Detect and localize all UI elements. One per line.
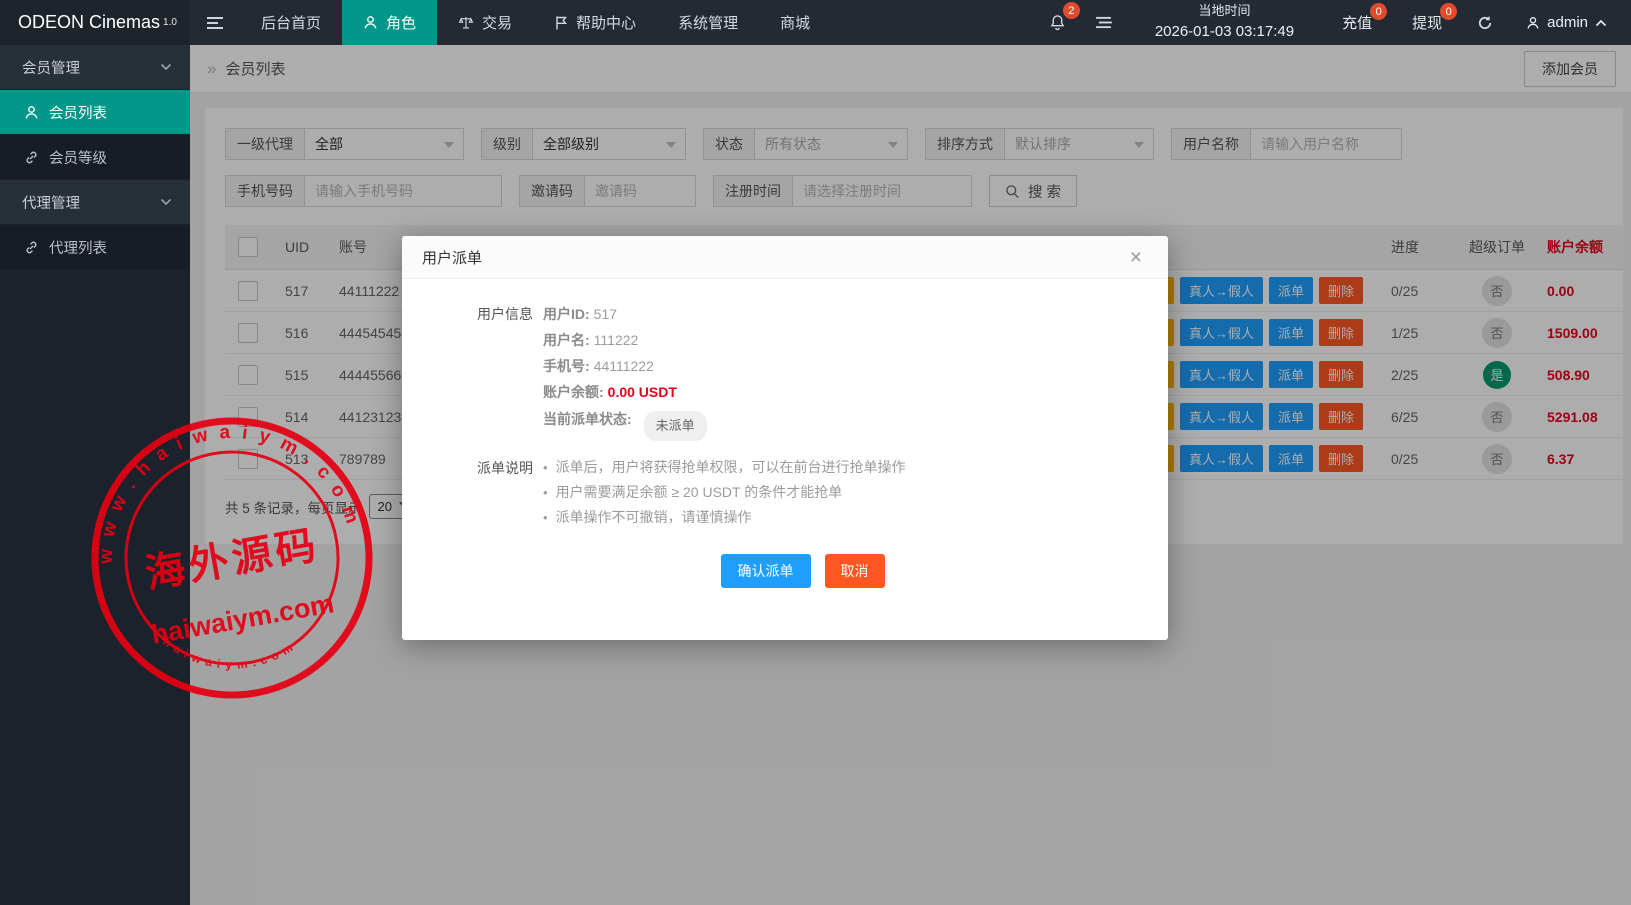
user-icon xyxy=(1526,16,1540,30)
sidebar-item-member-list[interactable]: 会员列表 xyxy=(0,90,190,134)
app-version: 1.0 xyxy=(163,17,177,28)
user-phone-row: 手机号:44111222 xyxy=(543,353,707,379)
recharge-button[interactable]: 充值 0 xyxy=(1322,0,1392,45)
app-logo-text: ODEON Cinemas xyxy=(18,12,160,33)
user-balance-row: 账户余额:0.00 USDT xyxy=(543,379,707,405)
user-icon xyxy=(363,15,378,30)
user-id-label: 用户ID: xyxy=(543,306,590,322)
user-phone-label: 手机号: xyxy=(543,358,590,374)
refresh-button[interactable] xyxy=(1462,0,1508,45)
user-balance-label: 账户余额: xyxy=(543,384,604,400)
local-time-value: 2026-01-03 03:17:49 xyxy=(1155,21,1294,43)
hamburger-icon xyxy=(206,16,224,30)
top-navbar: ODEON Cinemas 1.0 后台首页 角色 交易 帮助中心 系统管理 商… xyxy=(0,0,1631,45)
nav-item-roles[interactable]: 角色 xyxy=(342,0,437,45)
recharge-label: 充值 xyxy=(1342,12,1372,33)
dispatch-notes-section-label: 派单说明 xyxy=(477,455,543,530)
user-phone-value: 44111222 xyxy=(594,358,654,374)
admin-username: admin xyxy=(1547,14,1588,31)
app-logo: ODEON Cinemas 1.0 xyxy=(0,0,190,45)
sidebar-group-member-management[interactable]: 会员管理 xyxy=(0,45,190,89)
message-list-button[interactable] xyxy=(1081,0,1127,45)
recharge-badge: 0 xyxy=(1370,3,1387,20)
sidebar: 会员管理 会员列表 会员等级 代理管理 代理列表 xyxy=(0,45,190,905)
nav-item-mall[interactable]: 商城 xyxy=(759,0,831,45)
dispatch-notes-section: 派单说明 派单后，用户将获得抢单权限，可以在前台进行抢单操作 用户需要满足余额 … xyxy=(477,455,1128,530)
sidebar-group-label: 代理管理 xyxy=(22,192,80,213)
modal-body: 用户信息 用户ID:517 用户名:111222 手机号:44111222 账户… xyxy=(402,279,1168,588)
dispatch-note: 派单操作不可撤销，请谨慎操作 xyxy=(543,505,906,530)
sidebar-group-agent-management[interactable]: 代理管理 xyxy=(0,180,190,224)
sidebar-item-label: 代理列表 xyxy=(49,237,107,258)
admin-menu[interactable]: admin xyxy=(1508,0,1631,45)
sidebar-group-label: 会员管理 xyxy=(22,57,80,78)
notifications-button[interactable]: 2 xyxy=(1035,0,1081,45)
chevron-down-icon xyxy=(160,198,172,206)
nav-item-label: 后台首页 xyxy=(261,12,321,33)
dispatch-status-badge: 未派单 xyxy=(644,411,707,441)
dispatch-note: 用户需要满足余额 ≥ 20 USDT 的条件才能抢单 xyxy=(543,480,906,505)
local-time: 当地时间 2026-01-03 03:17:49 xyxy=(1127,0,1322,45)
sidebar-collapse-button[interactable] xyxy=(190,0,240,45)
modal-title: 用户派单 xyxy=(422,247,482,268)
bell-icon xyxy=(1049,14,1066,31)
sidebar-item-agent-list[interactable]: 代理列表 xyxy=(0,225,190,269)
nav-item-label: 商城 xyxy=(780,12,810,33)
user-icon xyxy=(24,105,39,120)
modal-footer: 确认派单 取消 xyxy=(477,554,1128,588)
dispatch-status-label: 当前派单状态: xyxy=(543,411,632,427)
user-name-label: 用户名: xyxy=(543,332,590,348)
refresh-icon xyxy=(1477,15,1493,31)
user-balance-value: 0.00 USDT xyxy=(608,384,677,400)
user-id-row: 用户ID:517 xyxy=(543,301,707,327)
nav-item-system[interactable]: 系统管理 xyxy=(657,0,759,45)
nav-item-dashboard[interactable]: 后台首页 xyxy=(240,0,342,45)
local-time-label: 当地时间 xyxy=(1198,2,1250,21)
user-name-value: 111222 xyxy=(594,332,639,348)
nav-item-trade[interactable]: 交易 xyxy=(437,0,533,45)
nav-item-label: 角色 xyxy=(386,12,416,33)
nav-item-label: 系统管理 xyxy=(678,12,738,33)
dispatch-modal: 用户派单 × 用户信息 用户ID:517 用户名:111222 手机号:4411… xyxy=(402,236,1168,640)
user-name-row: 用户名:111222 xyxy=(543,327,707,353)
dispatch-status-row: 当前派单状态:未派单 xyxy=(543,405,707,435)
user-info-section: 用户信息 用户ID:517 用户名:111222 手机号:44111222 账户… xyxy=(477,301,1128,435)
chevron-down-icon xyxy=(160,63,172,71)
sidebar-item-member-level[interactable]: 会员等级 xyxy=(0,135,190,179)
withdraw-badge: 0 xyxy=(1440,3,1457,20)
nav-item-help-center[interactable]: 帮助中心 xyxy=(533,0,657,45)
sidebar-item-label: 会员列表 xyxy=(49,102,107,123)
notifications-badge: 2 xyxy=(1063,2,1080,19)
user-info-fields: 用户ID:517 用户名:111222 手机号:44111222 账户余额:0.… xyxy=(543,301,707,435)
user-info-section-label: 用户信息 xyxy=(477,301,543,435)
sidebar-item-label: 会员等级 xyxy=(49,147,107,168)
dispatch-notes: 派单后，用户将获得抢单权限，可以在前台进行抢单操作 用户需要满足余额 ≥ 20 … xyxy=(543,455,906,530)
chevron-up-icon xyxy=(1595,19,1607,27)
cancel-button[interactable]: 取消 xyxy=(825,554,885,588)
nav-item-label: 帮助中心 xyxy=(576,12,636,33)
flag-icon xyxy=(554,15,568,30)
user-id-value: 517 xyxy=(594,306,617,322)
close-icon[interactable]: × xyxy=(1124,246,1148,269)
confirm-dispatch-button[interactable]: 确认派单 xyxy=(721,554,811,588)
link-icon xyxy=(24,150,39,165)
navbar-right: 2 当地时间 2026-01-03 03:17:49 充值 0 提现 0 adm… xyxy=(1035,0,1631,45)
nav-item-label: 交易 xyxy=(482,12,512,33)
modal-header: 用户派单 × xyxy=(402,236,1168,279)
withdraw-label: 提现 xyxy=(1412,12,1442,33)
list-icon xyxy=(1095,16,1112,29)
withdraw-button[interactable]: 提现 0 xyxy=(1392,0,1462,45)
link-icon xyxy=(24,240,39,255)
scales-icon xyxy=(458,15,474,30)
dispatch-note: 派单后，用户将获得抢单权限，可以在前台进行抢单操作 xyxy=(543,455,906,480)
